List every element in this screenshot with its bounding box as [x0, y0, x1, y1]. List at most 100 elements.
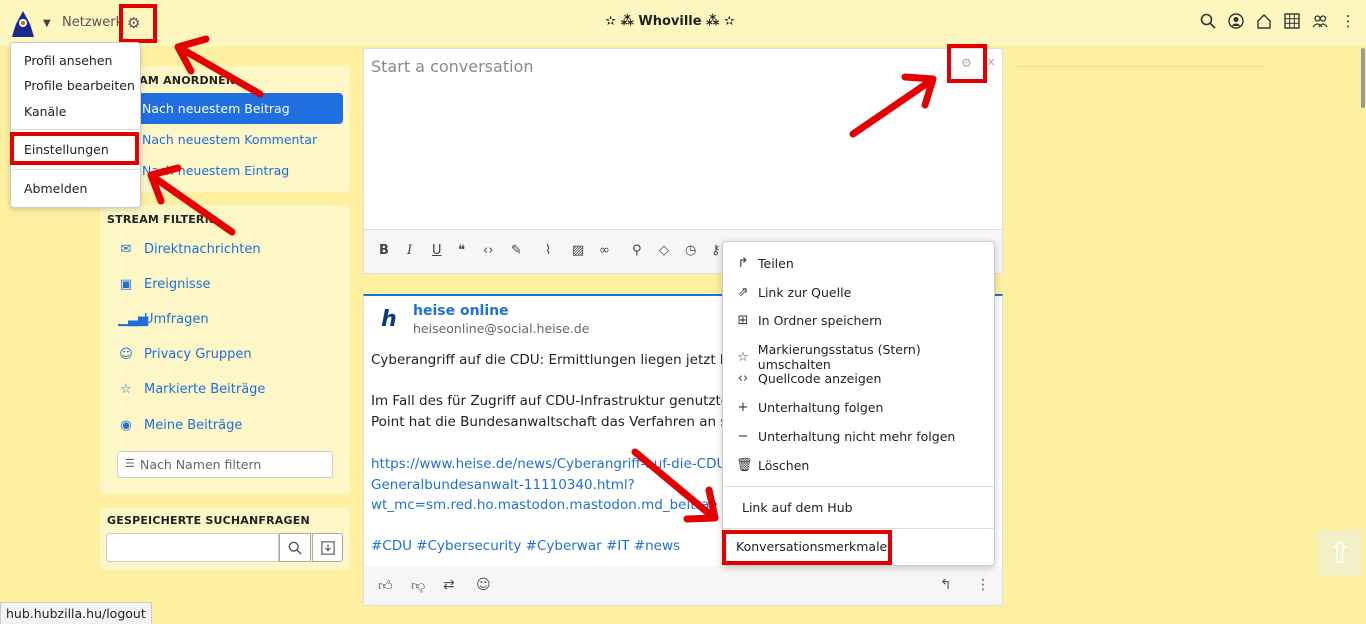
thumbs-down-icon[interactable]: 👎︎ — [411, 577, 425, 594]
menu-divider — [723, 528, 994, 529]
filter-icon: ☰ — [125, 457, 135, 470]
saved-search-input[interactable] — [106, 533, 279, 562]
post-text-line: Cyberangriff auf die CDU: Ermittlungen l… — [371, 352, 741, 368]
post-link[interactable]: wt_mc=sm.red.ho.mastodon.mastodon.md_bei… — [371, 497, 718, 513]
clock-icon[interactable]: ◷ — [685, 243, 696, 258]
menu-follow-thread[interactable]: + Unterhaltung folgen — [736, 400, 884, 415]
profile-dropdown-menu: Profil ansehen Profile bearbeiten Kanäle… — [10, 42, 141, 208]
network-label[interactable]: Netzwerk — [62, 15, 123, 30]
more-vertical-icon[interactable]: ⋮ — [1340, 12, 1356, 30]
users-icon[interactable] — [1312, 12, 1328, 30]
italic-icon[interactable]: I — [407, 243, 412, 258]
repeat-icon[interactable]: ⇄ — [443, 577, 455, 593]
code-icon[interactable]: ‹› — [483, 243, 493, 258]
menu-unfollow-thread[interactable]: − Unterhaltung nicht mehr folgen — [736, 429, 956, 444]
filter-polls[interactable]: ▁▃▅ Umfragen — [118, 312, 209, 327]
star-icon: ☆ — [737, 349, 749, 365]
close-icon[interactable]: × — [986, 55, 996, 69]
search-button[interactable] — [279, 533, 311, 562]
external-link-icon: ⇗ — [737, 285, 749, 300]
highlight-box — [119, 4, 157, 43]
quote-icon[interactable]: ❝ — [458, 243, 465, 258]
menu-logout[interactable]: Abmelden — [24, 181, 87, 196]
post-footer — [363, 566, 1003, 606]
menu-share[interactable]: ↱ Teilen — [736, 256, 794, 271]
highlight-box — [947, 44, 987, 83]
bold-icon[interactable]: B — [379, 243, 389, 258]
reply-icon[interactable]: ↰ — [940, 577, 952, 593]
search-icon — [288, 541, 302, 555]
user-circle-icon: ◉ — [120, 418, 132, 433]
nav-icons: ⋮ — [1200, 12, 1356, 30]
post-context-menu: ↱ Teilen ⇗ Link zur Quelle ⊞ In Ordner spei… — [722, 241, 995, 566]
key-icon[interactable]: ⚷ — [711, 243, 721, 258]
order-newest-post[interactable]: Nach neuestem Beitrag — [112, 93, 343, 124]
menu-edit-profiles[interactable]: Profile bearbeiten — [24, 78, 135, 93]
filter-starred[interactable]: ☆ Markierte Beiträge — [118, 382, 265, 397]
location-icon[interactable]: ⚲ — [632, 243, 642, 258]
menu-divider — [11, 129, 140, 130]
scroll-to-top-button[interactable]: ⇧ — [1318, 530, 1362, 576]
download-icon — [320, 540, 335, 555]
filter-events[interactable]: ▣ Ereignisse — [118, 277, 211, 292]
scrollbar[interactable] — [1361, 48, 1365, 108]
home-icon[interactable] — [1256, 12, 1272, 30]
share-icon: ↱ — [737, 256, 749, 271]
filter-direct-messages[interactable]: ✉ Direktnachrichten — [118, 242, 261, 257]
menu-source-link[interactable]: ⇗ Link zur Quelle — [736, 285, 852, 300]
folder-plus-icon: ⊞ — [737, 313, 749, 328]
site-title[interactable]: ✫ ⁂ Whoville ⁂ ✫ — [560, 14, 780, 29]
menu-channels[interactable]: Kanäle — [24, 104, 66, 119]
trash-icon: 🗑︎ — [736, 458, 753, 473]
image-icon[interactable]: ▨ — [572, 243, 584, 258]
panel-title: STREAM FILTERN — [107, 213, 214, 226]
post-author[interactable]: heise online — [413, 303, 509, 319]
grid-icon[interactable] — [1284, 12, 1300, 30]
calendar-icon: ▣ — [119, 277, 133, 292]
author-avatar[interactable]: h — [371, 301, 407, 337]
post-link[interactable]: https://www.heise.de/news/Cyberangriff-a… — [371, 456, 740, 472]
pencil-icon[interactable]: ✎ — [511, 243, 522, 258]
right-divider — [1016, 66, 1264, 67]
filter-my-posts[interactable]: ◉ Meine Beiträge — [118, 418, 242, 433]
menu-delete[interactable]: 🗑︎ Löschen — [736, 458, 809, 473]
minus-icon: − — [737, 429, 749, 444]
link-icon[interactable]: ∞ — [599, 243, 610, 258]
menu-divider — [11, 169, 140, 170]
caret-down-icon[interactable]: ▼ — [43, 18, 51, 29]
compose-placeholder: Start a conversation — [371, 57, 534, 76]
menu-save-folder[interactable]: ⊞ In Ordner speichern — [736, 313, 882, 328]
post-handle: heiseonline@social.heise.de — [413, 321, 590, 336]
save-search-button[interactable] — [312, 533, 343, 562]
eraser-icon[interactable]: ◇ — [659, 243, 669, 258]
filter-privacy-groups[interactable]: ☺ Privacy Gruppen — [118, 347, 251, 362]
menu-divider — [723, 486, 994, 487]
post-hashtags[interactable]: #CDU #Cybersecurity #Cyberwar #IT #news — [371, 538, 680, 554]
post-text-line: Im Fall des für Zugriff auf CDU-Infrastr… — [371, 393, 738, 409]
highlight-box — [10, 132, 139, 165]
menu-hub-link[interactable]: Link auf dem Hub — [742, 500, 853, 515]
search-icon[interactable] — [1200, 12, 1216, 30]
menu-toggle-star[interactable]: ☆ Markierungsstatus (Stern) umschalten — [736, 342, 994, 372]
thumbs-up-icon[interactable]: 👍︎ — [378, 577, 393, 594]
plus-icon: + — [737, 400, 749, 415]
order-newest-entry[interactable]: Nach neuestem Eintrag — [142, 163, 289, 178]
envelope-icon: ✉ — [120, 242, 132, 257]
user-circle-icon[interactable] — [1228, 12, 1244, 30]
more-vertical-icon[interactable]: ⋮ — [976, 577, 990, 593]
bar-chart-icon: ▁▃▅ — [118, 312, 148, 327]
post-link[interactable]: Generalbundesanwalt-11110340.html? — [371, 477, 635, 493]
code-icon: ‹› — [737, 371, 749, 386]
menu-view-source[interactable]: ‹› Quellcode anzeigen — [736, 371, 882, 386]
paperclip-icon[interactable]: ⌇ — [545, 243, 551, 258]
person-icon: ☺ — [119, 347, 133, 362]
panel-title: GESPEICHERTE SUCHANFRAGEN — [107, 514, 310, 527]
status-bar-url: hub.hubzilla.hu/logout — [0, 602, 152, 624]
underline-icon[interactable]: U — [432, 243, 442, 258]
name-filter-input[interactable]: ☰ Nach Namen filtern — [117, 451, 333, 478]
smiley-icon[interactable]: ☺ — [476, 577, 491, 593]
star-icon: ☆ — [120, 382, 132, 397]
menu-view-profile[interactable]: Profil ansehen — [24, 53, 112, 68]
avatar[interactable] — [10, 10, 36, 38]
order-newest-comment[interactable]: Nach neuestem Kommentar — [142, 132, 317, 147]
